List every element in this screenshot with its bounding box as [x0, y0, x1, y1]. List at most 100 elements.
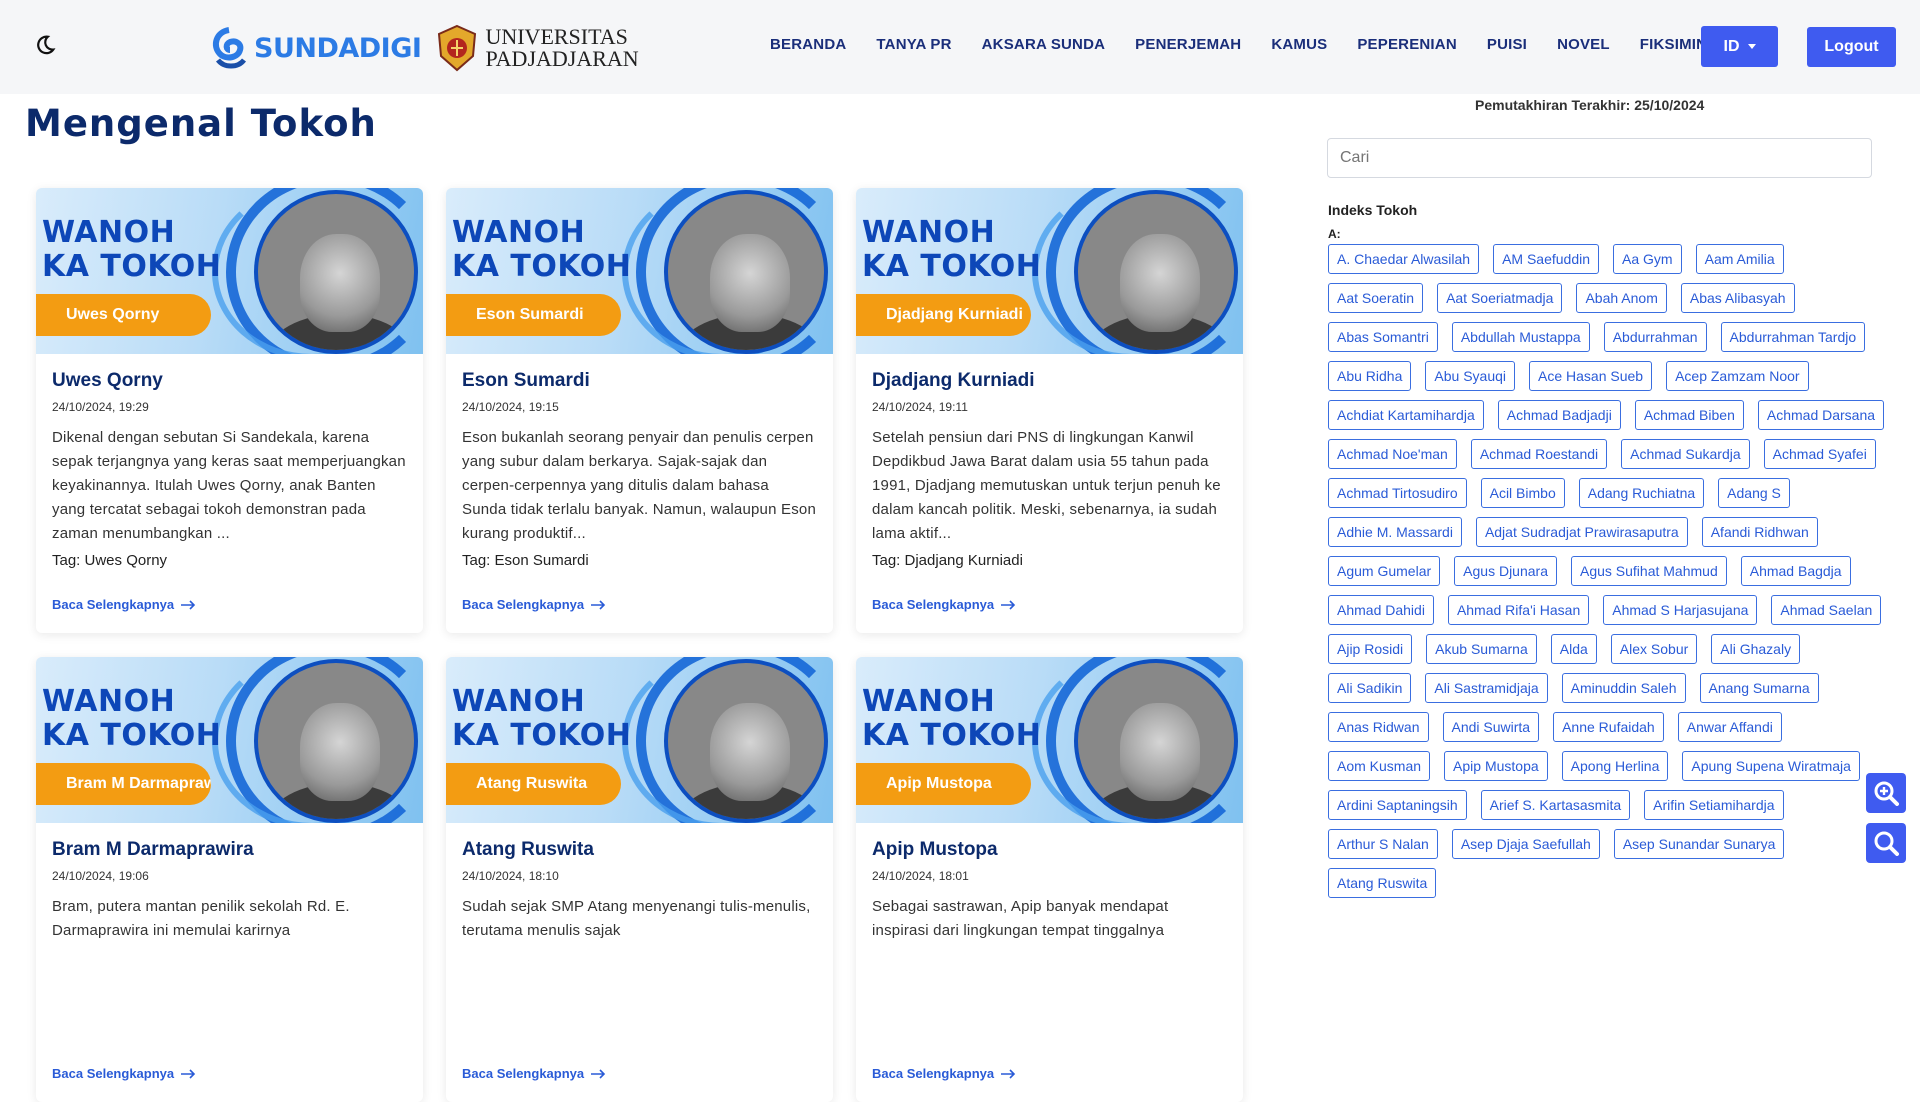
tokoh-tag[interactable]: Aom Kusman — [1328, 751, 1431, 781]
tokoh-tag[interactable]: Achmad Tirtosudiro — [1328, 478, 1467, 508]
card-title[interactable]: Eson Sumardi — [462, 370, 817, 392]
tokoh-card[interactable]: WANOH KA TOKOH Apip Mustopa Apip Mustopa… — [856, 657, 1243, 1102]
tokoh-tag[interactable]: A. Chaedar Alwasilah — [1328, 244, 1480, 274]
tokoh-tag[interactable]: Aam Amilia — [1695, 244, 1784, 274]
tokoh-tag[interactable]: Ahmad Saelan — [1771, 595, 1882, 625]
tokoh-tag[interactable]: Achmad Syafei — [1763, 439, 1876, 469]
tokoh-card[interactable]: WANOH KA TOKOH Uwes Qorny Uwes Qorny 24/… — [36, 188, 423, 633]
unpad-logo[interactable]: UNIVERSITAS PADJADJARAN — [435, 24, 639, 72]
menu-item-tanya-pr[interactable]: TANYA PR — [876, 36, 951, 53]
tokoh-tag[interactable]: Abah Anom — [1576, 283, 1667, 313]
read-more-link[interactable]: Baca Selengkapnya — [462, 597, 606, 612]
tokoh-tag[interactable]: Achdiat Kartamihardja — [1328, 400, 1484, 430]
tokoh-tag[interactable]: Ali Sastramidjaja — [1425, 673, 1548, 703]
menu-item-peperenian[interactable]: PEPERENIAN — [1357, 36, 1457, 53]
tokoh-tag[interactable]: AM Saefuddin — [1493, 244, 1600, 274]
tokoh-tag[interactable]: Abdullah Mustappa — [1451, 322, 1590, 352]
tokoh-tag[interactable]: Arthur S Nalan — [1328, 829, 1438, 859]
menu-item-beranda[interactable]: BERANDA — [770, 36, 846, 53]
tokoh-tag[interactable]: Anang Sumarna — [1699, 673, 1819, 703]
card-banner-image[interactable]: WANOH KA TOKOH Eson Sumardi — [446, 188, 833, 354]
tokoh-tag[interactable]: Ahmad Rifa'i Hasan — [1447, 595, 1590, 625]
tokoh-tag[interactable]: Aminuddin Saleh — [1561, 673, 1686, 703]
tokoh-tag[interactable]: Acil Bimbo — [1480, 478, 1565, 508]
search-input[interactable] — [1327, 138, 1872, 178]
logout-button[interactable]: Logout — [1807, 27, 1896, 67]
tokoh-tag[interactable]: Achmad Biben — [1634, 400, 1744, 430]
tokoh-card[interactable]: WANOH KA TOKOH Bram M Darmaprawira Bram … — [36, 657, 423, 1102]
tokoh-tag[interactable]: Abu Syauqi — [1425, 361, 1515, 391]
language-dropdown-button[interactable]: ID — [1701, 26, 1778, 67]
menu-item-puisi[interactable]: PUISI — [1487, 36, 1527, 53]
tokoh-card[interactable]: WANOH KA TOKOH Eson Sumardi Eson Sumardi… — [446, 188, 833, 633]
tokoh-tag[interactable]: Abu Ridha — [1328, 361, 1412, 391]
tokoh-tag[interactable]: Achmad Roestandi — [1470, 439, 1608, 469]
read-more-link[interactable]: Baca Selengkapnya — [52, 1066, 196, 1081]
tokoh-tag[interactable]: Anne Rufaidah — [1553, 712, 1664, 742]
tokoh-tag[interactable]: Abas Alibasyah — [1680, 283, 1795, 313]
menu-item-aksara-sunda[interactable]: AKSARA SUNDA — [982, 36, 1106, 53]
card-banner-image[interactable]: WANOH KA TOKOH Apip Mustopa — [856, 657, 1243, 823]
read-more-link[interactable]: Baca Selengkapnya — [52, 597, 196, 612]
dark-mode-toggle-icon[interactable] — [34, 34, 56, 56]
tokoh-tag[interactable]: Apip Mustopa — [1444, 751, 1548, 781]
read-more-link[interactable]: Baca Selengkapnya — [872, 1066, 1016, 1081]
tokoh-tag[interactable]: Adjat Sudradjat Prawirasaputra — [1475, 517, 1688, 547]
card-banner-image[interactable]: WANOH KA TOKOH Atang Ruswita — [446, 657, 833, 823]
tokoh-tag[interactable]: Ahmad Bagdja — [1740, 556, 1851, 586]
card-banner-image[interactable]: WANOH KA TOKOH Uwes Qorny — [36, 188, 423, 354]
tokoh-tag[interactable]: Adang S — [1718, 478, 1790, 508]
tokoh-tag[interactable]: Ahmad Dahidi — [1328, 595, 1434, 625]
tokoh-tag[interactable]: Ahmad S Harjasujana — [1603, 595, 1758, 625]
tokoh-tag[interactable]: Achmad Sukardja — [1621, 439, 1750, 469]
tokoh-tag[interactable]: Apong Herlina — [1561, 751, 1669, 781]
tokoh-tag[interactable]: Akub Sumarna — [1426, 634, 1537, 664]
tokoh-tag[interactable]: Andi Suwirta — [1442, 712, 1540, 742]
sundadigi-logo[interactable]: SUNDADIGI — [208, 26, 422, 70]
tokoh-tag[interactable]: Abdurrahman — [1603, 322, 1707, 352]
tokoh-tag[interactable]: Aat Soeratin — [1328, 283, 1424, 313]
tokoh-card[interactable]: WANOH KA TOKOH Djadjang Kurniadi Djadjan… — [856, 188, 1243, 633]
tokoh-tag[interactable]: Abas Somantri — [1328, 322, 1438, 352]
tokoh-tag[interactable]: Achmad Badjadji — [1497, 400, 1621, 430]
search-button[interactable] — [1866, 823, 1906, 863]
tokoh-tag[interactable]: Agus Djunara — [1454, 556, 1557, 586]
read-more-link[interactable]: Baca Selengkapnya — [462, 1066, 606, 1081]
tokoh-tag[interactable]: Agum Gumelar — [1328, 556, 1441, 586]
tokoh-tag[interactable]: Agus Sufihat Mahmud — [1570, 556, 1727, 586]
card-title[interactable]: Bram M Darmaprawira — [52, 839, 407, 861]
tokoh-tag[interactable]: Acep Zamzam Noor — [1666, 361, 1809, 391]
tokoh-tag[interactable]: Aa Gym — [1613, 244, 1682, 274]
tokoh-tag[interactable]: Aat Soeriatmadja — [1437, 283, 1563, 313]
zoom-in-button[interactable] — [1866, 773, 1906, 813]
tokoh-tag[interactable]: Asep Djaja Saefullah — [1451, 829, 1600, 859]
tokoh-tag[interactable]: Ardini Saptaningsih — [1328, 790, 1467, 820]
brand-logos[interactable]: SUNDADIGI UNIVERSITAS PADJADJARAN — [208, 24, 639, 72]
tokoh-tag[interactable]: Afandi Ridhwan — [1701, 517, 1818, 547]
menu-item-penerjemah[interactable]: PENERJEMAH — [1135, 36, 1241, 53]
tokoh-tag[interactable]: Alda — [1550, 634, 1597, 664]
tokoh-tag[interactable]: Ali Ghazaly — [1711, 634, 1801, 664]
tokoh-tag[interactable]: Anwar Affandi — [1677, 712, 1782, 742]
tokoh-tag[interactable]: Arifin Setiamihardja — [1644, 790, 1784, 820]
tokoh-tag[interactable]: Atang Ruswita — [1328, 868, 1437, 898]
card-banner-image[interactable]: WANOH KA TOKOH Bram M Darmaprawira — [36, 657, 423, 823]
tokoh-tag[interactable]: Ali Sadikin — [1328, 673, 1412, 703]
read-more-link[interactable]: Baca Selengkapnya — [872, 597, 1016, 612]
menu-item-novel[interactable]: NOVEL — [1557, 36, 1610, 53]
card-title[interactable]: Uwes Qorny — [52, 370, 407, 392]
tokoh-tag[interactable]: Anas Ridwan — [1328, 712, 1429, 742]
tokoh-tag[interactable]: Abdurrahman Tardjo — [1720, 322, 1866, 352]
tokoh-tag[interactable]: Achmad Darsana — [1757, 400, 1885, 430]
card-banner-image[interactable]: WANOH KA TOKOH Djadjang Kurniadi — [856, 188, 1243, 354]
tokoh-tag[interactable]: Achmad Noe'man — [1328, 439, 1457, 469]
tokoh-tag[interactable]: Ajip Rosidi — [1328, 634, 1413, 664]
tokoh-tag[interactable]: Adhie M. Massardi — [1328, 517, 1462, 547]
card-title[interactable]: Apip Mustopa — [872, 839, 1227, 861]
card-title[interactable]: Djadjang Kurniadi — [872, 370, 1227, 392]
menu-item-kamus[interactable]: KAMUS — [1271, 36, 1327, 53]
tokoh-tag[interactable]: Adang Ruchiatna — [1578, 478, 1705, 508]
tokoh-tag[interactable]: Apung Supena Wiratmaja — [1682, 751, 1860, 781]
card-title[interactable]: Atang Ruswita — [462, 839, 817, 861]
tokoh-card[interactable]: WANOH KA TOKOH Atang Ruswita Atang Ruswi… — [446, 657, 833, 1102]
